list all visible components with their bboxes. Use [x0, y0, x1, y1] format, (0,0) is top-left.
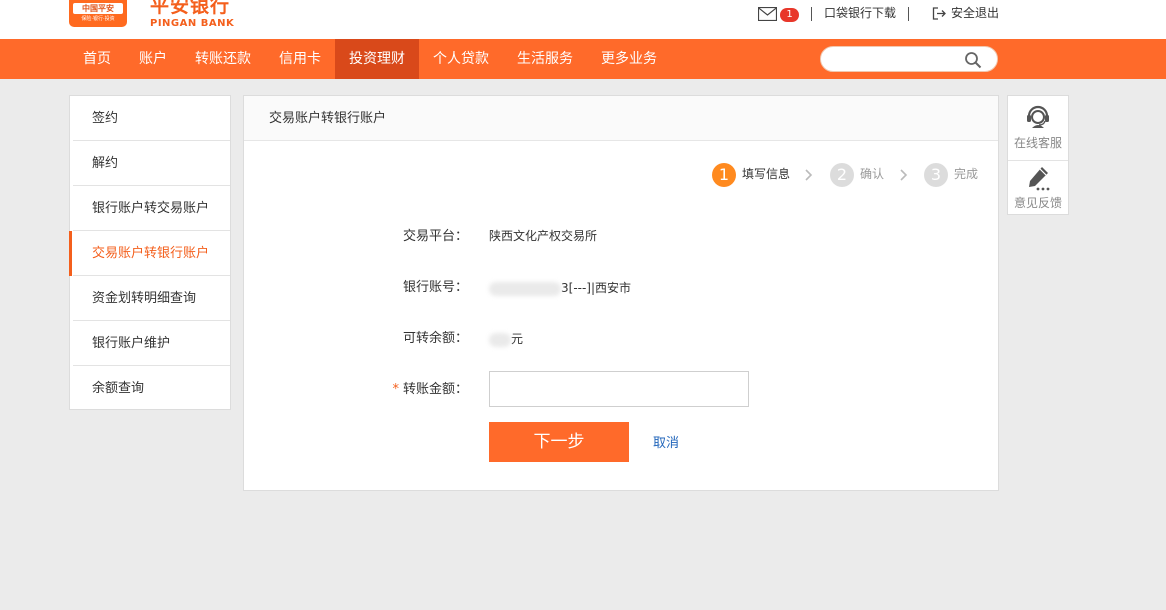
platform-label: 交易平台： [402, 229, 468, 244]
step-3-circle: 3 [924, 163, 948, 187]
account-label: 银行账号： [402, 280, 468, 295]
floating-toolbar: 在线客服 意见反馈 [1007, 95, 1069, 215]
balance-unit: 元 [511, 332, 524, 346]
balance-value: 元 [489, 330, 523, 348]
sidebar-item-label: 资金划转明细查询 [92, 291, 197, 306]
masked-account-number [489, 281, 561, 296]
message-count-badge[interactable]: 1 [780, 8, 799, 22]
account-value: 3[---]|西安市 [489, 279, 631, 297]
logout-link[interactable]: 安全退出 [951, 5, 999, 22]
sidebar-item-unsign[interactable]: 解约 [70, 141, 230, 186]
page-title: 交易账户转银行账户 [269, 111, 387, 126]
header-separator [811, 7, 812, 21]
step-2-circle: 2 [830, 163, 854, 187]
chevron-right-icon [900, 169, 908, 181]
sidebar-item-label: 解约 [92, 156, 119, 171]
app-download-link[interactable]: 口袋银行下载 [824, 5, 896, 22]
next-step-button[interactable]: 下一步 [489, 422, 629, 462]
nav-item-more[interactable]: 更多业务 [587, 39, 671, 79]
search-icon[interactable] [964, 51, 982, 69]
nav-item-home[interactable]: 首页 [69, 39, 125, 79]
platform-value: 陕西文化产权交易所 [489, 229, 598, 243]
feedback-label: 意见反馈 [1013, 196, 1062, 210]
nav-item-investment[interactable]: 投资理财 [335, 39, 419, 79]
feedback-button[interactable]: 意见反馈 [1008, 160, 1068, 220]
sidebar-item-label: 银行账户维护 [92, 336, 171, 351]
nav-item-loan[interactable]: 个人贷款 [419, 39, 503, 79]
sidebar-item-account-maintain[interactable]: 银行账户维护 [70, 321, 230, 366]
amount-label: * 转账金额： [348, 381, 468, 399]
nav-item-life-service[interactable]: 生活服务 [503, 39, 587, 79]
top-header: 中国平安 保险·银行·投资 平安银行 PINGAN BANK 1 口袋银行下载 … [0, 0, 1166, 39]
sidebar-item-label: 银行账户转交易账户 [92, 201, 210, 216]
transfer-amount-input[interactable] [489, 371, 749, 407]
logo-subtitle: 保险·银行·投资 [81, 16, 115, 22]
logout-icon[interactable] [932, 7, 947, 20]
online-service-label: 在线客服 [1013, 136, 1062, 150]
sidebar-item-label: 交易账户转银行账户 [92, 246, 210, 261]
step-2-label: 确认 [860, 167, 885, 181]
nav-item-account[interactable]: 账户 [125, 39, 181, 79]
customer-service-icon [1027, 105, 1049, 128]
balance-label: 可转余额： [402, 331, 468, 346]
amount-label-text: 转账金额： [402, 382, 468, 397]
required-star: * [392, 382, 399, 397]
account-value-suffix: 3[---]|西安市 [561, 281, 632, 295]
sidebar-item-bank-to-trade[interactable]: 银行账户转交易账户 [70, 186, 230, 231]
sidebar-item-balance-query[interactable]: 余额查询 [70, 366, 230, 411]
transfer-panel: 交易账户转银行账户 1 填写信息 2 确认 3 完成 交易平台： 陕西文化产权交… [243, 95, 999, 491]
brand-name-cn: 平安银行 [150, 0, 231, 17]
main-nav: 首页 账户 转账还款 信用卡 投资理财 个人贷款 生活服务 更多业务 [0, 39, 1166, 79]
step-1-circle: 1 [712, 163, 736, 187]
online-service-button[interactable]: 在线客服 [1008, 96, 1068, 156]
nav-item-transfer[interactable]: 转账还款 [181, 39, 265, 79]
logo-text: 中国平安 [73, 3, 123, 14]
step-3-label: 完成 [954, 167, 979, 181]
sidebar-item-sign[interactable]: 签约 [70, 96, 230, 141]
sidebar-item-label: 签约 [92, 111, 119, 126]
pencil-icon [1029, 167, 1050, 191]
sidebar-item-trade-to-bank[interactable]: 交易账户转银行账户 [69, 231, 230, 276]
nav-item-credit-card[interactable]: 信用卡 [265, 39, 335, 79]
step-1-label: 填写信息 [742, 167, 791, 181]
brand-name-en: PINGAN BANK [150, 18, 235, 29]
search-input[interactable] [820, 46, 998, 72]
pingan-logo[interactable]: 中国平安 保险·银行·投资 [69, 0, 127, 27]
chevron-right-icon [805, 169, 813, 181]
sidebar-menu: 签约 解约 银行账户转交易账户 交易账户转银行账户 资金划转明细查询 银行账户维… [69, 95, 231, 410]
masked-balance-amount [489, 332, 511, 347]
sidebar-item-transfer-detail[interactable]: 资金划转明细查询 [70, 276, 230, 321]
mail-icon[interactable] [758, 7, 777, 21]
panel-header: 交易账户转银行账户 [244, 96, 998, 141]
sidebar-item-label: 余额查询 [92, 381, 145, 396]
cancel-link[interactable]: 取消 [653, 435, 679, 453]
header-separator [908, 7, 909, 21]
